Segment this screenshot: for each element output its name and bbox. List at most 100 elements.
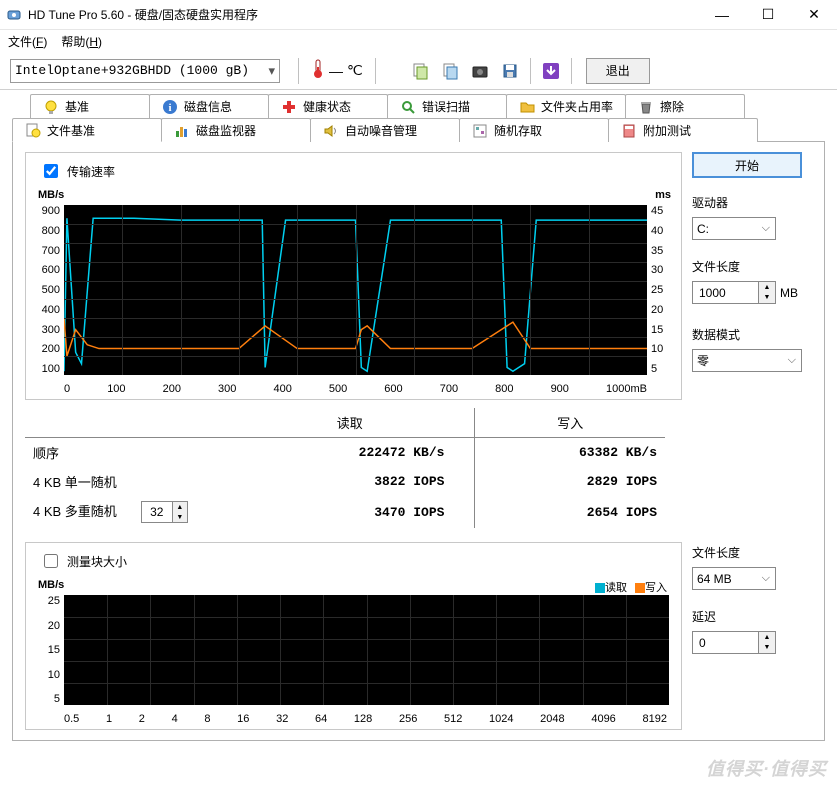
file-bulb-icon [25,122,41,138]
blocksize-checkbox-input[interactable] [44,554,58,568]
tab-label: 文件夹占用率 [541,98,613,115]
transfer-rate-label: 传输速率 [67,163,115,180]
delay-value[interactable] [697,635,747,651]
transfer-rate-checkbox-input[interactable] [44,164,58,178]
table-row: 4 KB 单一随机 3822 IOPS 2829 IOPS [25,467,665,496]
y-right-unit: ms [655,189,671,201]
blocksize-chart-box: 测量块大小 MB/s 读取 写入 252015105 0.51248163264… [25,542,682,730]
download-button[interactable] [537,57,565,85]
drive-select[interactable]: IntelOptane+932GBHDD (1000 gB) [10,59,280,83]
search-icon [400,99,416,115]
write-value: 2829 IOPS [475,467,665,496]
y-axis-left-2: 252015105 [34,595,60,705]
drive-letter-select[interactable]: C: [692,217,776,240]
tab-trash[interactable]: 擦除 [625,94,745,118]
minimize-button[interactable]: — [699,0,745,30]
calc-icon [621,123,637,139]
screenshot-button[interactable] [466,57,494,85]
filelen2-value: 64 MB [697,572,732,586]
tab-label: 附加测试 [643,122,691,139]
sidebar-section-1: 开始 驱动器 C: 文件长度 ▲▼ MB 数据模式 零 [692,152,812,528]
row-label: 4 KB 多重随机▲▼ [25,496,225,528]
filelen-down[interactable]: ▼ [759,293,775,304]
drive-select-value: IntelOptane+932GBHDD (1000 gB) [15,63,249,78]
filelen-input[interactable]: ▲▼ [692,281,776,304]
filelen-up[interactable]: ▲ [759,282,775,293]
delay-down[interactable]: ▼ [759,643,775,654]
delay-label: 延迟 [692,608,812,625]
menu-file[interactable]: 文件(F) [8,33,47,50]
tab-folder[interactable]: 文件夹占用率 [506,94,626,118]
window-title: HD Tune Pro 5.60 - 硬盘/固态硬盘实用程序 [28,6,699,23]
delay-input[interactable]: ▲▼ [692,631,776,654]
read-value: 3822 IOPS [225,467,475,496]
legend-write: 写入 [645,582,667,594]
tab-grid[interactable]: 随机存取 [459,118,609,142]
tab-plus[interactable]: 健康状态 [268,94,388,118]
filelen-label: 文件长度 [692,258,812,275]
spinner-value[interactable] [142,504,172,520]
app-icon [6,7,22,23]
copy-text-button[interactable] [406,57,434,85]
row-label: 顺序 [25,438,225,468]
tab-label: 随机存取 [494,122,542,139]
tab-label: 文件基准 [47,122,95,139]
filelen2-select[interactable]: 64 MB [692,567,776,590]
tab-calc[interactable]: 附加测试 [608,118,758,142]
start-button[interactable]: 开始 [692,152,802,178]
temperature-display: — ℃ [305,59,369,82]
blocksize-checkbox[interactable]: 测量块大小 [40,551,127,571]
drive-label: 驱动器 [692,194,812,211]
delay-up[interactable]: ▲ [759,632,775,643]
tab-search[interactable]: 错误扫描 [387,94,507,118]
col-write-head: 写入 [475,408,665,438]
trash-icon [638,99,654,115]
plot-area-1 [64,205,647,375]
folder-icon [519,99,535,115]
bulb-icon [43,99,59,115]
filelen2-label: 文件长度 [692,544,812,561]
maximize-button[interactable]: ☐ [745,0,791,30]
filelen-value[interactable] [697,285,747,301]
blocksize-chart: MB/s 读取 写入 252015105 0.51248163264128256… [34,577,673,727]
transfer-rate-checkbox[interactable]: 传输速率 [40,161,115,181]
close-button[interactable]: ✕ [791,0,837,30]
col-read-head: 读取 [225,408,475,438]
sidebar-section-2: 文件长度 64 MB 延迟 ▲▼ [692,542,812,730]
row-label: 4 KB 单一随机 [25,467,225,496]
x-axis-2: 0.512481632641282565121024204840968192 [64,713,667,725]
tab-label: 磁盘信息 [184,98,232,115]
exit-label: 退出 [606,62,630,79]
tab-label: 错误扫描 [422,98,470,115]
tab-bar[interactable]: 磁盘监视器 [161,118,311,142]
exit-button[interactable]: 退出 [586,58,650,84]
write-value: 2654 IOPS [475,496,665,528]
multi-random-spinner[interactable]: ▲▼ [141,501,188,523]
transfer-chart-box: 传输速率 MB/s ms 900800700600500400300200100… [25,152,682,400]
tab-speaker[interactable]: 自动噪音管理 [310,118,460,142]
start-label: 开始 [735,157,759,174]
datamode-select[interactable]: 零 [692,349,802,372]
thermometer-icon [311,59,325,82]
spinner-down[interactable]: ▼ [173,512,187,522]
spinner-up[interactable]: ▲ [173,502,187,512]
tab-info[interactable]: i磁盘信息 [149,94,269,118]
datamode-value: 零 [697,352,709,369]
tab-file-bulb[interactable]: 文件基准 [12,118,162,142]
results-table: 读取 写入 顺序 222472 KB/s 63382 KB/s4 KB 单一随机… [25,408,665,528]
y-left-unit: MB/s [38,189,64,201]
table-row: 顺序 222472 KB/s 63382 KB/s [25,438,665,468]
menu-help[interactable]: 帮助(H) [61,33,102,50]
table-row: 4 KB 多重随机▲▼ 3470 IOPS 2654 IOPS [25,496,665,528]
title-bar: HD Tune Pro 5.60 - 硬盘/固态硬盘实用程序 — ☐ ✕ [0,0,837,30]
toolbar: IntelOptane+932GBHDD (1000 gB) — ℃ 退出 [0,52,837,90]
copy-image-button[interactable] [436,57,464,85]
watermark: 值得买·值得买 [706,755,827,781]
save-button[interactable] [496,57,524,85]
blocksize-label: 测量块大小 [67,553,127,570]
content-pane: 传输速率 MB/s ms 900800700600500400300200100… [12,141,825,741]
tabs-row-2: 文件基准 磁盘监视器 自动噪音管理 随机存取 附加测试 [12,118,825,142]
tab-bulb[interactable]: 基准 [30,94,150,118]
write-value: 63382 KB/s [475,438,665,468]
tab-label: 磁盘监视器 [196,122,256,139]
